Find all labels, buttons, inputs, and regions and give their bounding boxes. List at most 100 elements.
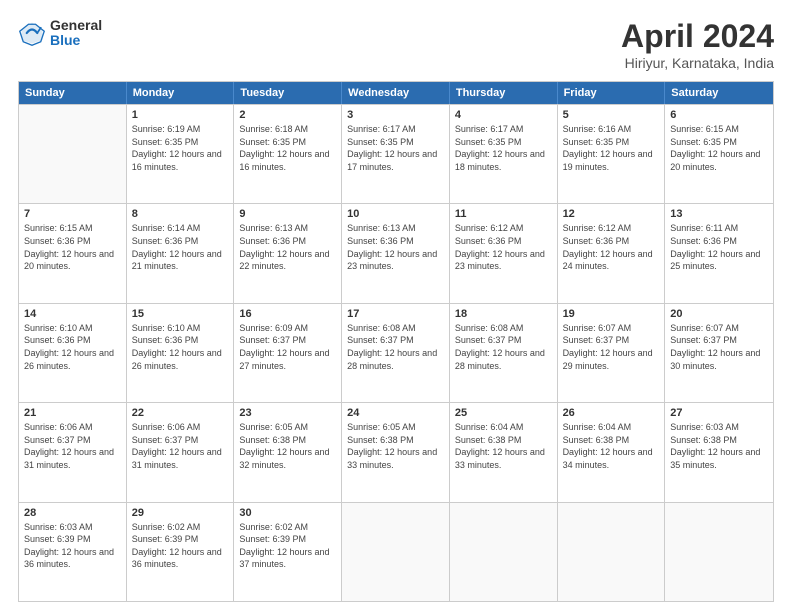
- cal-cell: [342, 503, 450, 601]
- cal-cell: 19 Sunrise: 6:07 AMSunset: 6:37 PMDayligh…: [558, 304, 666, 402]
- title-area: April 2024 Hiriyur, Karnataka, India: [621, 18, 774, 71]
- cell-info: Sunrise: 6:07 AMSunset: 6:37 PMDaylight:…: [563, 322, 660, 372]
- day-number: 7: [24, 208, 121, 220]
- cal-cell: 24Sunrise: 6:05 AMSunset: 6:38 PMDayligh…: [342, 403, 450, 501]
- cell-info: Sunrise: 6:15 AMSunset: 6:36 PMDaylight:…: [24, 222, 121, 272]
- cal-cell: 8Sunrise: 6:14 AMSunset: 6:36 PMDaylight…: [127, 204, 235, 302]
- cal-cell: 25Sunrise: 6:04 AMSunset: 6:38 PMDayligh…: [450, 403, 558, 501]
- cal-row-1: 7 Sunrise: 6:15 AMSunset: 6:36 PMDaylight…: [19, 203, 773, 302]
- cal-cell: 23Sunrise: 6:05 AMSunset: 6:38 PMDayligh…: [234, 403, 342, 501]
- cell-info: Sunrise: 6:07 AMSunset: 6:37 PMDaylight:…: [670, 322, 768, 372]
- cal-cell: [19, 105, 127, 203]
- cal-cell: [558, 503, 666, 601]
- cell-info: Sunrise: 6:10 AMSunset: 6:36 PMDaylight:…: [132, 322, 229, 372]
- day-number: 5: [563, 109, 660, 121]
- cal-cell: [450, 503, 558, 601]
- cal-cell: 18 Sunrise: 6:08 AMSunset: 6:37 PMDayligh…: [450, 304, 558, 402]
- cal-cell: 16 Sunrise: 6:09 AMSunset: 6:37 PMDayligh…: [234, 304, 342, 402]
- day-number: 25: [455, 407, 552, 419]
- day-number: 4: [455, 109, 552, 121]
- cal-cell: 27Sunrise: 6:03 AMSunset: 6:38 PMDayligh…: [665, 403, 773, 501]
- cell-info: Sunrise: 6:08 AMSunset: 6:37 PMDaylight:…: [347, 322, 444, 372]
- cell-info: Sunrise: 6:03 AMSunset: 6:39 PMDaylight:…: [24, 521, 121, 571]
- cell-info: Sunrise: 6:02 AMSunset: 6:39 PMDaylight:…: [239, 521, 336, 571]
- day-number: 21: [24, 407, 121, 419]
- logo-blue: Blue: [50, 32, 80, 48]
- cell-info: Sunrise: 6:13 AMSunset: 6:36 PMDaylight:…: [347, 222, 444, 272]
- cal-cell: 17 Sunrise: 6:08 AMSunset: 6:37 PMDayligh…: [342, 304, 450, 402]
- day-number: 24: [347, 407, 444, 419]
- day-number: 6: [670, 109, 768, 121]
- cal-cell: 3Sunrise: 6:17 AMSunset: 6:35 PMDaylight…: [342, 105, 450, 203]
- cal-row-4: 28 Sunrise: 6:03 AMSunset: 6:39 PMDayligh…: [19, 502, 773, 601]
- day-number: 20: [670, 308, 768, 320]
- cell-info: Sunrise: 6:12 AMSunset: 6:36 PMDaylight:…: [563, 222, 660, 272]
- header-day-wednesday: Wednesday: [342, 82, 450, 104]
- cal-cell: 29Sunrise: 6:02 AMSunset: 6:39 PMDayligh…: [127, 503, 235, 601]
- cal-cell: 10 Sunrise: 6:13 AMSunset: 6:36 PMDayligh…: [342, 204, 450, 302]
- month-title: April 2024: [621, 18, 774, 55]
- cal-row-3: 21 Sunrise: 6:06 AMSunset: 6:37 PMDayligh…: [19, 402, 773, 501]
- cell-info: Sunrise: 6:08 AMSunset: 6:37 PMDaylight:…: [455, 322, 552, 372]
- day-number: 1: [132, 109, 229, 121]
- day-number: 8: [132, 208, 229, 220]
- day-number: 18: [455, 308, 552, 320]
- cell-info: Sunrise: 6:06 AMSunset: 6:37 PMDaylight:…: [24, 421, 121, 471]
- header-day-friday: Friday: [558, 82, 666, 104]
- day-number: 10: [347, 208, 444, 220]
- cal-cell: 5 Sunrise: 6:16 AMSunset: 6:35 PMDaylight…: [558, 105, 666, 203]
- logo-general: General: [50, 17, 102, 33]
- logo: General Blue: [18, 18, 102, 49]
- cell-info: Sunrise: 6:09 AMSunset: 6:37 PMDaylight:…: [239, 322, 336, 372]
- day-number: 16: [239, 308, 336, 320]
- day-number: 27: [670, 407, 768, 419]
- header-day-saturday: Saturday: [665, 82, 773, 104]
- cal-cell: 22 Sunrise: 6:06 AMSunset: 6:37 PMDayligh…: [127, 403, 235, 501]
- day-number: 12: [563, 208, 660, 220]
- day-number: 28: [24, 507, 121, 519]
- cal-cell: 14Sunrise: 6:10 AMSunset: 6:36 PMDayligh…: [19, 304, 127, 402]
- day-number: 3: [347, 109, 444, 121]
- cal-cell: 4 Sunrise: 6:17 AMSunset: 6:35 PMDaylight…: [450, 105, 558, 203]
- cell-info: Sunrise: 6:12 AMSunset: 6:36 PMDaylight:…: [455, 222, 552, 272]
- cell-info: Sunrise: 6:10 AMSunset: 6:36 PMDaylight:…: [24, 322, 121, 372]
- cell-info: Sunrise: 6:02 AMSunset: 6:39 PMDaylight:…: [132, 521, 229, 571]
- day-number: 26: [563, 407, 660, 419]
- cal-cell: [665, 503, 773, 601]
- cal-cell: 13Sunrise: 6:11 AMSunset: 6:36 PMDayligh…: [665, 204, 773, 302]
- cell-info: Sunrise: 6:04 AMSunset: 6:38 PMDaylight:…: [563, 421, 660, 471]
- cal-cell: 21 Sunrise: 6:06 AMSunset: 6:37 PMDayligh…: [19, 403, 127, 501]
- cell-info: Sunrise: 6:06 AMSunset: 6:37 PMDaylight:…: [132, 421, 229, 471]
- cal-row-2: 14Sunrise: 6:10 AMSunset: 6:36 PMDayligh…: [19, 303, 773, 402]
- cal-cell: 12 Sunrise: 6:12 AMSunset: 6:36 PMDayligh…: [558, 204, 666, 302]
- cal-cell: 2 Sunrise: 6:18 AMSunset: 6:35 PMDaylight…: [234, 105, 342, 203]
- cell-info: Sunrise: 6:16 AMSunset: 6:35 PMDaylight:…: [563, 123, 660, 173]
- location: Hiriyur, Karnataka, India: [621, 55, 774, 71]
- day-number: 9: [239, 208, 336, 220]
- cal-cell: 26 Sunrise: 6:04 AMSunset: 6:38 PMDayligh…: [558, 403, 666, 501]
- page: General Blue April 2024 Hiriyur, Karnata…: [0, 0, 792, 612]
- day-number: 19: [563, 308, 660, 320]
- header: General Blue April 2024 Hiriyur, Karnata…: [18, 18, 774, 71]
- cal-row-0: 1 Sunrise: 6:19 AMSunset: 6:35 PMDaylight…: [19, 104, 773, 203]
- day-number: 22: [132, 407, 229, 419]
- cal-cell: 9 Sunrise: 6:13 AMSunset: 6:36 PMDaylight…: [234, 204, 342, 302]
- calendar: SundayMondayTuesdayWednesdayThursdayFrid…: [18, 81, 774, 602]
- logo-icon: [18, 19, 46, 47]
- day-number: 2: [239, 109, 336, 121]
- day-number: 17: [347, 308, 444, 320]
- header-day-monday: Monday: [127, 82, 235, 104]
- cell-info: Sunrise: 6:11 AMSunset: 6:36 PMDaylight:…: [670, 222, 768, 272]
- cell-info: Sunrise: 6:17 AMSunset: 6:35 PMDaylight:…: [455, 123, 552, 173]
- cell-info: Sunrise: 6:13 AMSunset: 6:36 PMDaylight:…: [239, 222, 336, 272]
- cal-cell: 30 Sunrise: 6:02 AMSunset: 6:39 PMDayligh…: [234, 503, 342, 601]
- calendar-header: SundayMondayTuesdayWednesdayThursdayFrid…: [19, 82, 773, 104]
- cal-cell: 7 Sunrise: 6:15 AMSunset: 6:36 PMDaylight…: [19, 204, 127, 302]
- cal-cell: 28 Sunrise: 6:03 AMSunset: 6:39 PMDayligh…: [19, 503, 127, 601]
- cell-info: Sunrise: 6:05 AMSunset: 6:38 PMDaylight:…: [239, 421, 336, 471]
- day-number: 30: [239, 507, 336, 519]
- cell-info: Sunrise: 6:19 AMSunset: 6:35 PMDaylight:…: [132, 123, 229, 173]
- calendar-body: 1 Sunrise: 6:19 AMSunset: 6:35 PMDaylight…: [19, 104, 773, 601]
- cal-cell: 6Sunrise: 6:15 AMSunset: 6:35 PMDaylight…: [665, 105, 773, 203]
- cell-info: Sunrise: 6:18 AMSunset: 6:35 PMDaylight:…: [239, 123, 336, 173]
